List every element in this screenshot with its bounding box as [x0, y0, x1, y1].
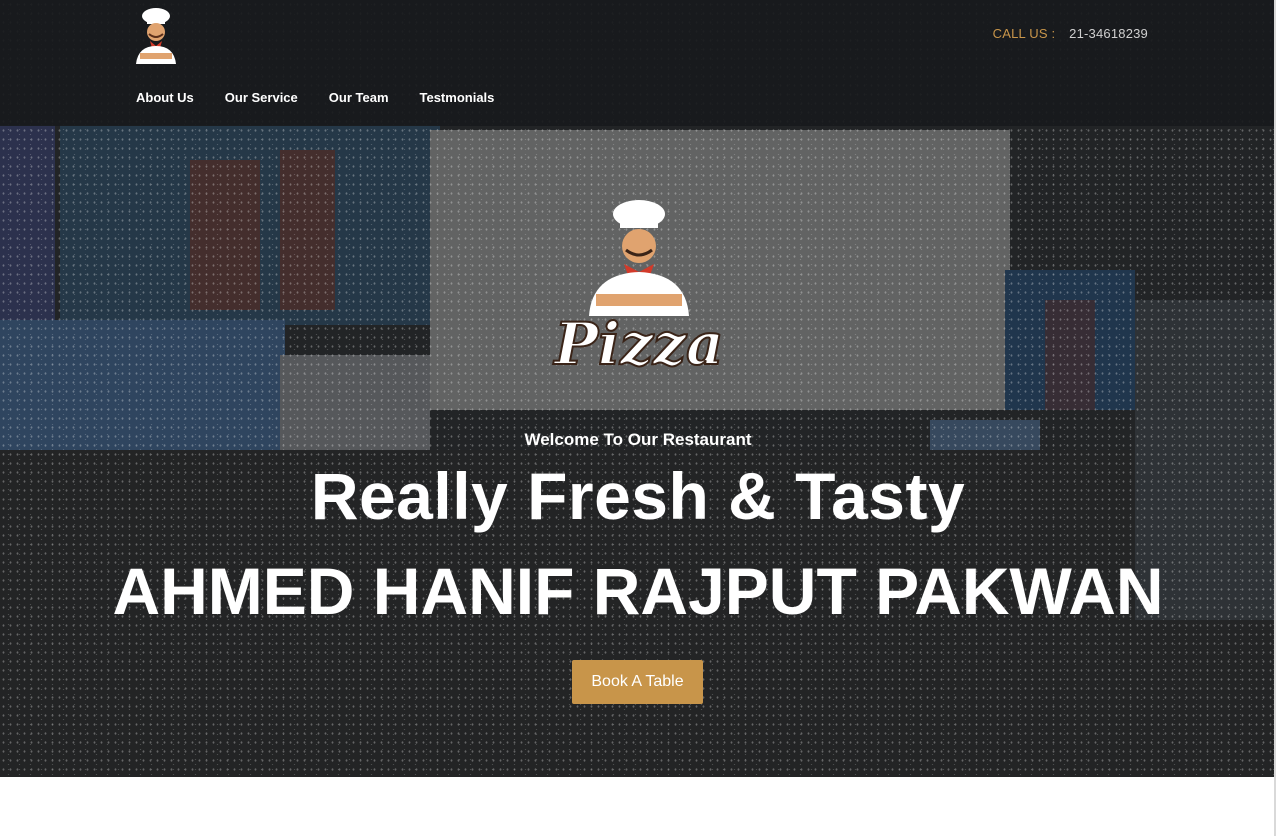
nav-item-about-us[interactable]: About Us: [136, 90, 194, 105]
hero-section: CALL US : 21-34618239 About Us Our Servi…: [0, 0, 1276, 777]
chef-logo-icon[interactable]: [130, 6, 182, 64]
welcome-text: Welcome To Our Restaurant: [524, 430, 752, 449]
call-us-label: CALL US :: [992, 26, 1056, 41]
call-us: CALL US : 21-34618239: [993, 26, 1148, 41]
main-nav: About Us Our Service Our Team Testmonial…: [136, 90, 494, 105]
chef-pizza-logo-icon: Pizza: [551, 200, 725, 379]
nav-item-our-team[interactable]: Our Team: [329, 90, 389, 105]
nav-item-our-service[interactable]: Our Service: [225, 90, 298, 105]
nav-item-testimonials[interactable]: Testmonials: [420, 90, 495, 105]
pizza-logo-word: Pizza: [552, 310, 723, 378]
restaurant-name: AHMED HANIF RAJPUT PAKWAN: [112, 554, 1164, 628]
call-us-number[interactable]: 21-34618239: [1069, 26, 1148, 41]
hero-headline: Really Fresh & Tasty: [310, 459, 966, 533]
book-a-table-button[interactable]: Book A Table: [572, 660, 703, 704]
site-header: CALL US : 21-34618239 About Us Our Servi…: [0, 0, 1276, 126]
